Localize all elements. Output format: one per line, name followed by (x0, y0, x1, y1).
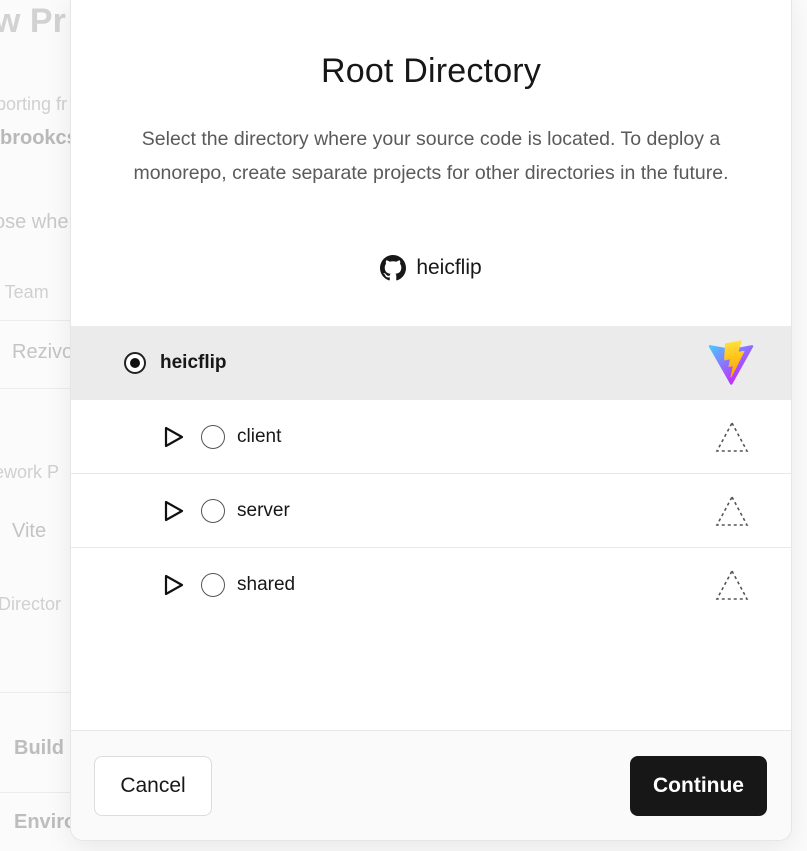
github-icon (380, 255, 407, 281)
background-divider (0, 388, 80, 389)
background-text: Rezivo (12, 341, 74, 363)
expand-arrow-icon[interactable] (163, 425, 185, 449)
dialog-title: Root Directory (320, 52, 542, 90)
background-divider (0, 692, 80, 693)
directory-label: shared (237, 573, 296, 595)
directory-row-server[interactable]: server (71, 474, 791, 548)
background-divider (0, 792, 80, 793)
unknown-framework-icon (715, 420, 749, 452)
expand-arrow-icon[interactable] (163, 573, 185, 597)
directory-label: heicflip (160, 352, 227, 373)
dialog-description: Select the directory where your source c… (133, 128, 729, 184)
dialog-footer: Cancel Continue (71, 730, 791, 840)
directory-row-shared[interactable]: shared (71, 548, 791, 621)
vite-icon (708, 340, 754, 385)
root-directory-dialog: Root Directory Select the directory wher… (71, 0, 791, 840)
directory-radio-server[interactable] (201, 498, 225, 523)
background-title: w Pr (0, 2, 66, 40)
background-text: brookcs (0, 127, 78, 149)
background-text: Vite (12, 520, 47, 542)
directory-radio-heicflip[interactable] (124, 352, 146, 374)
background-text: Director (0, 594, 62, 614)
directory-row-heicflip[interactable]: heicflip (71, 326, 791, 400)
cancel-button[interactable]: Cancel (94, 756, 212, 816)
repository-label: heicflip (71, 254, 791, 282)
directory-row-client[interactable]: client (71, 400, 791, 474)
directory-list: heicflip client server shared (71, 326, 791, 621)
background-text: l Team (0, 282, 49, 302)
unknown-framework-icon (715, 494, 749, 526)
repository-name: heicflip (416, 256, 482, 279)
background-divider (0, 320, 80, 321)
directory-radio-client[interactable] (201, 424, 225, 449)
continue-button[interactable]: Continue (630, 756, 767, 816)
directory-radio-shared[interactable] (201, 572, 225, 597)
background-text: ose whe (0, 211, 69, 233)
unknown-framework-icon (715, 568, 749, 600)
expand-arrow-icon[interactable] (163, 499, 185, 523)
directory-label: server (237, 499, 290, 521)
background-text: Enviro (14, 811, 77, 833)
background-text: porting fr (0, 94, 68, 114)
background-text: ework P (0, 462, 60, 482)
directory-label: client (237, 425, 282, 447)
